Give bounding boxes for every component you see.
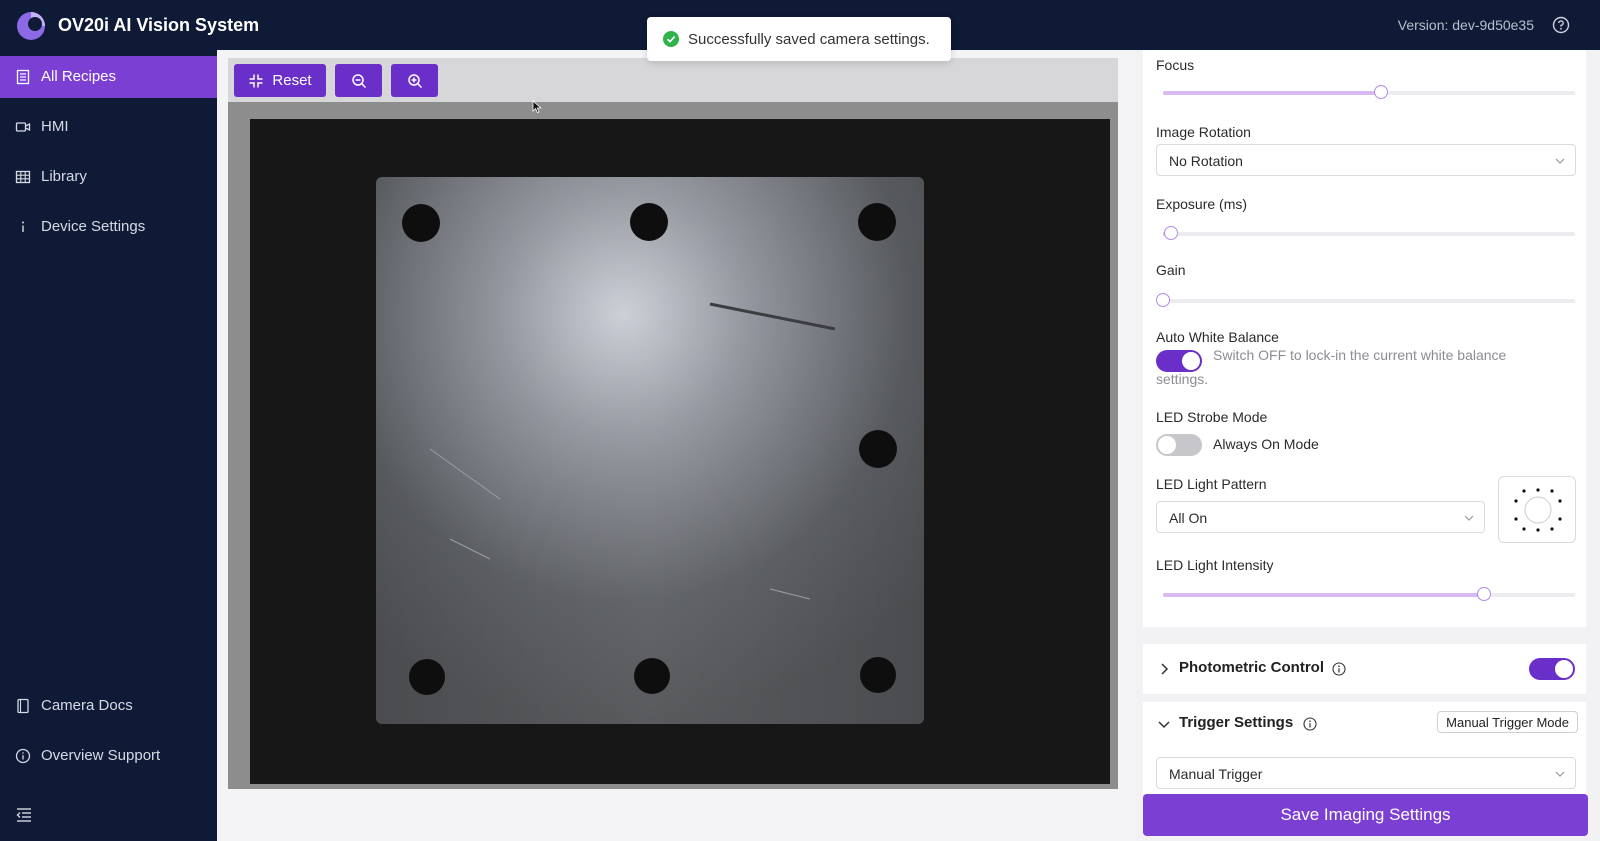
sidebar-item-device-settings[interactable]: Device Settings (0, 206, 217, 248)
help-icon[interactable] (1552, 16, 1570, 34)
photometric-control-title: Photometric Control (1179, 659, 1324, 676)
trigger-type-select[interactable]: Manual Trigger (1156, 757, 1576, 789)
recipes-list-icon (16, 69, 30, 85)
exposure-slider[interactable] (1163, 226, 1575, 240)
video-camera-icon (15, 122, 31, 132)
photometric-control-toggle[interactable] (1529, 658, 1575, 680)
sidebar-item-label: All Recipes (41, 68, 117, 85)
chevron-down-icon (1555, 158, 1565, 164)
info-icon (22, 221, 24, 232)
version-label: Version: dev-9d50e35 (1397, 17, 1534, 33)
led-light-intensity-slider[interactable] (1163, 587, 1575, 601)
focus-label: Focus (1156, 57, 1195, 73)
auto-white-balance-help: Switch OFF to lock-in the current white … (1213, 347, 1507, 363)
toggle-knob (1555, 660, 1573, 678)
app-title: OV20i AI Vision System (58, 15, 260, 35)
zoom-in-icon (407, 73, 422, 88)
gain-slider[interactable] (1156, 293, 1575, 307)
sidebar-item-library[interactable]: Library (0, 156, 217, 198)
slider-thumb[interactable] (1156, 293, 1170, 307)
zoom-in-button[interactable] (391, 64, 438, 97)
mouse-cursor-icon (532, 100, 542, 114)
app-logo-icon (17, 12, 45, 40)
sidebar-item-hmi[interactable]: HMI (0, 106, 217, 148)
gain-label: Gain (1156, 262, 1186, 278)
led-pattern-preview (1498, 476, 1576, 543)
auto-white-balance-help-cont: settings. (1156, 371, 1209, 387)
sidebar-item-label: Library (41, 168, 87, 185)
save-imaging-settings-button[interactable]: Save Imaging Settings (1143, 794, 1588, 836)
image-toolbar: Reset (228, 58, 1118, 102)
trigger-settings-title: Trigger Settings (1179, 714, 1294, 731)
zoom-out-button[interactable] (335, 64, 382, 97)
led-light-pattern-select[interactable]: All On (1156, 501, 1485, 533)
trigger-type-value: Manual Trigger (1169, 766, 1263, 782)
info-circle-icon[interactable] (1303, 717, 1317, 731)
led-strobe-mode-label: LED Strobe Mode (1156, 409, 1268, 425)
slider-fill (1163, 593, 1484, 597)
image-rotation-select[interactable]: No Rotation (1156, 144, 1576, 176)
metal-plate-image (250, 119, 1110, 784)
led-light-intensity-label: LED Light Intensity (1156, 557, 1274, 573)
image-workspace: Reset (217, 50, 1135, 841)
sidebar-item-label: Camera Docs (41, 697, 133, 714)
sidebar-item-camera-docs[interactable]: Camera Docs (0, 685, 217, 727)
image-rotation-value: No Rotation (1169, 153, 1243, 169)
sidebar-item-overview-support[interactable]: Overview Support (0, 735, 217, 777)
photometric-control-section[interactable]: Photometric Control (1143, 644, 1586, 694)
toast-message: Successfully saved camera settings. (688, 31, 930, 48)
led-light-pattern-label: LED Light Pattern (1156, 476, 1267, 492)
sidebar-item-all-recipes[interactable]: All Recipes (0, 56, 217, 98)
slider-thumb[interactable] (1164, 226, 1178, 240)
imaging-settings-panel: Focus Image Rotation No Rotation Exposur… (1143, 50, 1586, 627)
chevron-right-icon[interactable] (1157, 662, 1171, 676)
shrink-icon (249, 74, 263, 87)
reset-button[interactable]: Reset (234, 64, 326, 97)
sidebar-item-label: Overview Support (41, 747, 161, 764)
sidebar: All Recipes HMI Library Device Settings … (0, 50, 217, 841)
grid-table-icon (15, 170, 31, 184)
book-icon (17, 698, 29, 714)
info-circle-icon[interactable] (1332, 662, 1346, 676)
slider-thumb[interactable] (1374, 85, 1388, 99)
reset-label: Reset (272, 72, 312, 89)
sidebar-item-label: Device Settings (41, 218, 146, 235)
chevron-down-icon[interactable] (1157, 717, 1171, 731)
slider-thumb[interactable] (1477, 587, 1491, 601)
success-toast: Successfully saved camera settings. (647, 17, 951, 61)
zoom-out-icon (351, 73, 366, 88)
led-strobe-mode-toggle[interactable] (1156, 434, 1202, 456)
chevron-down-icon (1555, 771, 1565, 777)
sidebar-item-label: HMI (41, 118, 69, 135)
trigger-mode-badge: Manual Trigger Mode (1437, 711, 1578, 733)
focus-slider[interactable] (1163, 85, 1575, 99)
camera-image[interactable] (250, 119, 1110, 784)
image-rotation-label: Image Rotation (1156, 124, 1251, 140)
trigger-settings-section: Trigger Settings Manual Trigger Mode Man… (1143, 702, 1586, 794)
exposure-label: Exposure (ms) (1156, 196, 1248, 212)
check-circle-icon (663, 31, 679, 47)
led-ring-icon (1514, 488, 1562, 532)
led-strobe-mode-value: Always On Mode (1213, 436, 1319, 452)
led-light-pattern-value: All On (1169, 510, 1208, 526)
image-viewer[interactable] (228, 102, 1118, 789)
toggle-knob (1158, 436, 1176, 454)
chevron-down-icon (1464, 515, 1474, 521)
info-circle-icon (15, 748, 31, 764)
slider-fill (1163, 91, 1381, 95)
collapse-sidebar-icon[interactable] (15, 807, 33, 823)
